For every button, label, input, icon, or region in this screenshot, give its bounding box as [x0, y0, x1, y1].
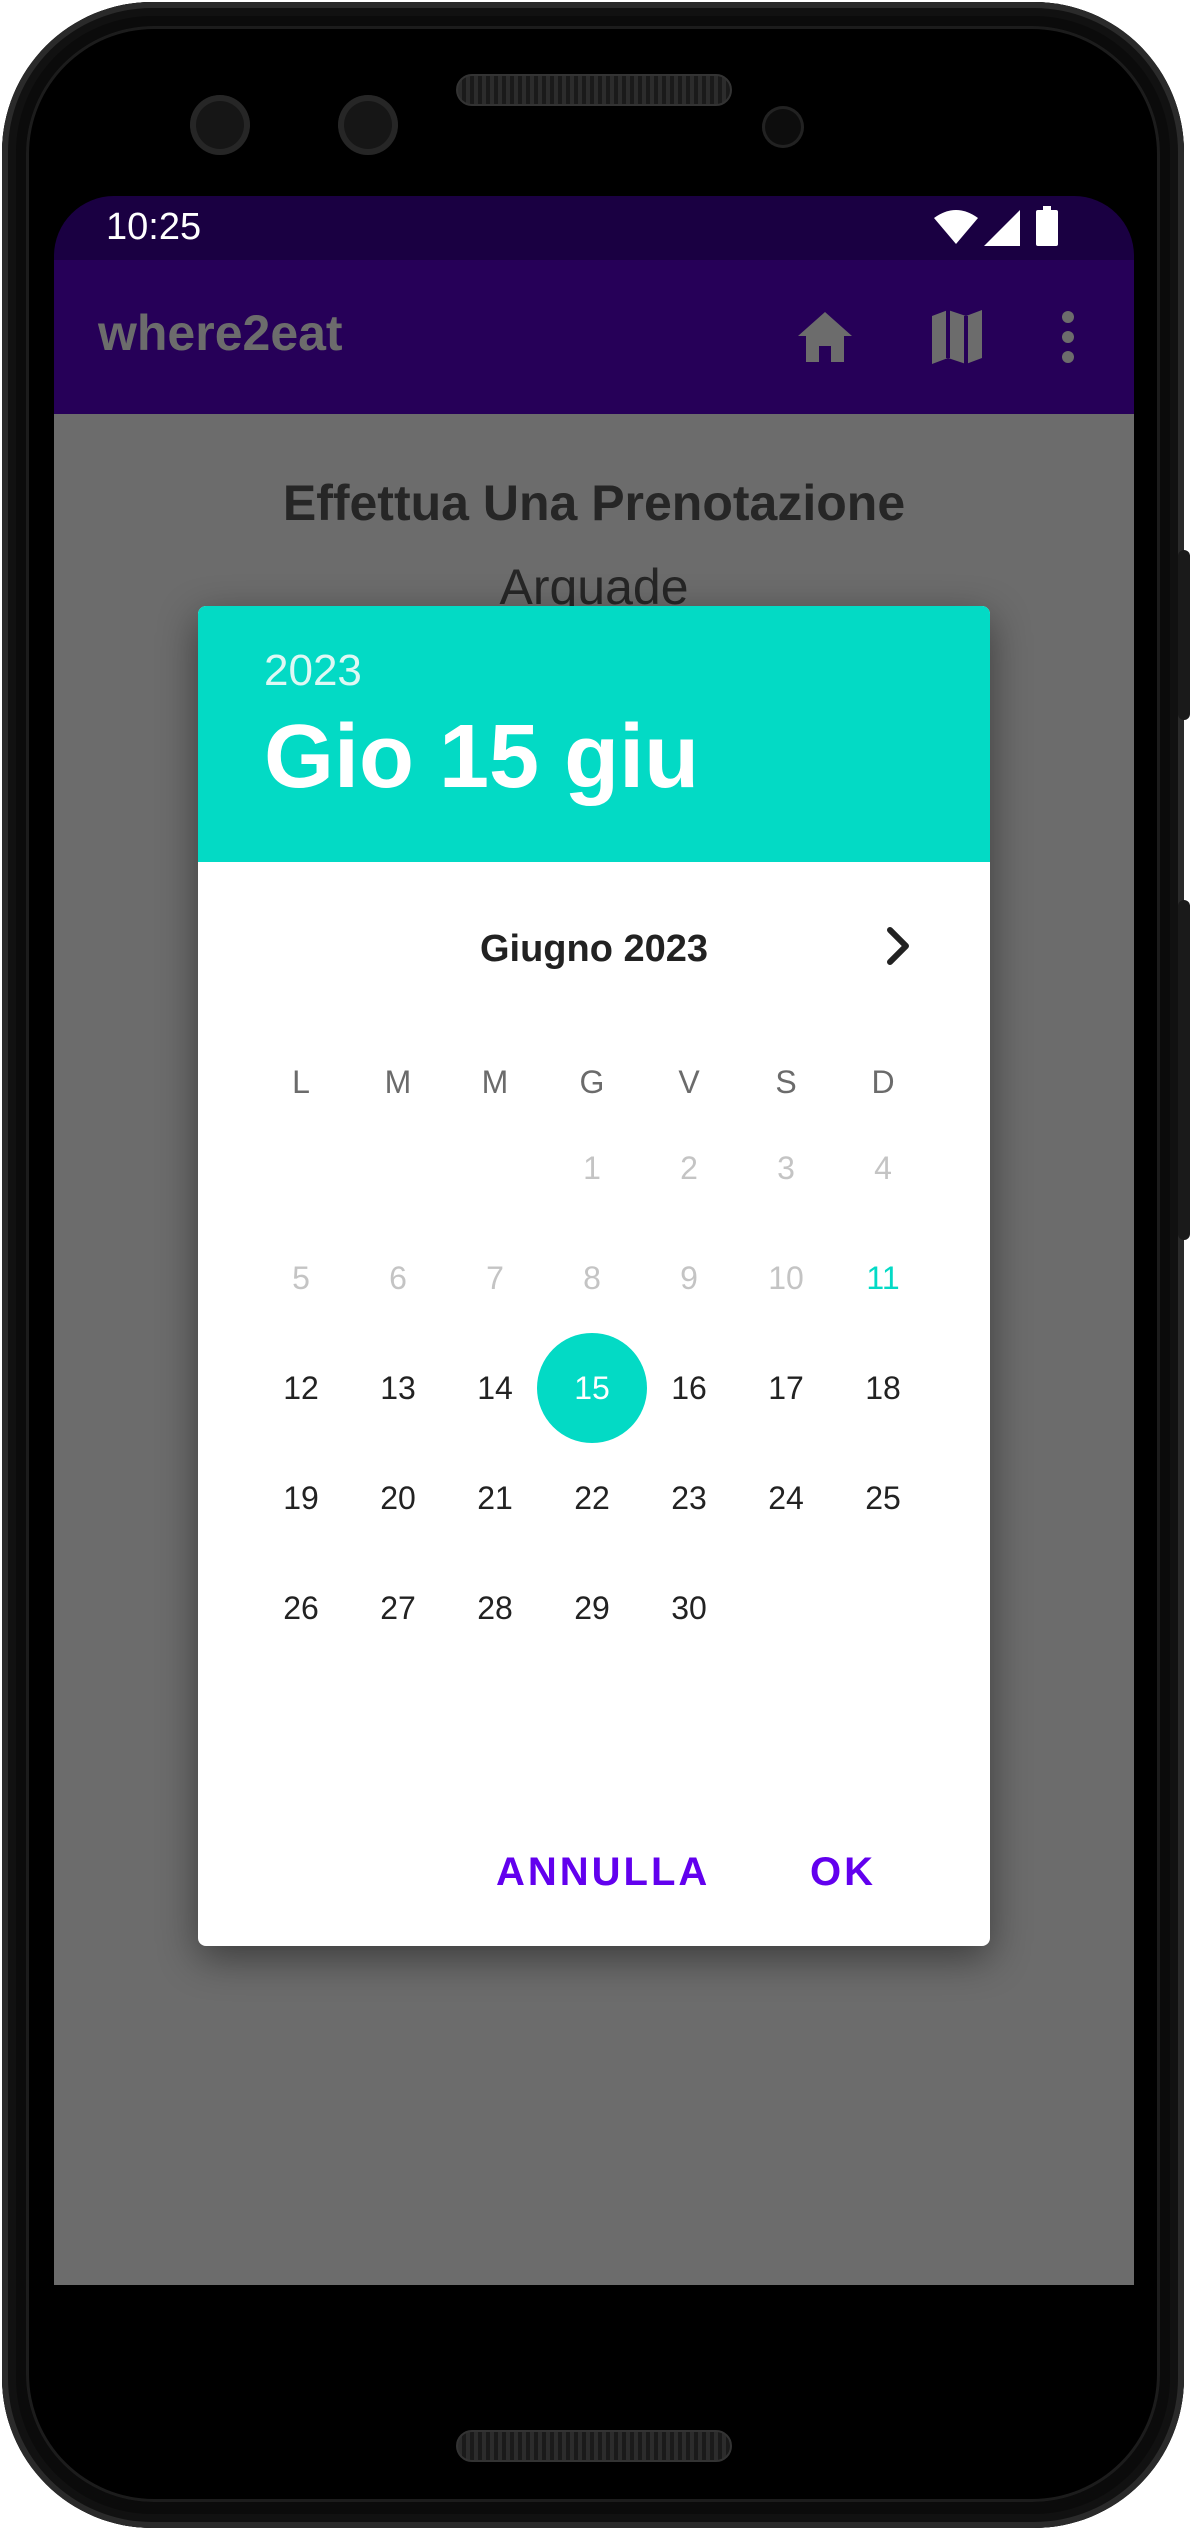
calendar-day[interactable]: 19 [253, 1450, 349, 1546]
bottom-speaker [456, 2430, 732, 2462]
front-camera-icon [190, 95, 250, 155]
calendar-day: 6 [389, 1260, 407, 1296]
status-bar: 10:25 [54, 196, 1134, 260]
calendar-day[interactable]: 11 [835, 1230, 931, 1326]
calendar-day[interactable]: 30 [641, 1560, 737, 1656]
calendar-day[interactable]: 28 [447, 1560, 543, 1656]
weekday-label: G [579, 1064, 605, 1100]
cancel-button[interactable]: ANNULLA [496, 1850, 710, 1895]
calendar-day[interactable]: 23 [641, 1450, 737, 1546]
chevron-right-icon[interactable] [868, 916, 928, 976]
home-icon[interactable] [796, 310, 854, 364]
calendar-day: 3 [777, 1150, 795, 1186]
calendar-day[interactable]: 26 [253, 1560, 349, 1656]
weekday-label: S [775, 1064, 797, 1100]
calendar-day[interactable]: 18 [835, 1340, 931, 1436]
top-speaker [456, 74, 732, 106]
weekday-label: V [678, 1064, 700, 1100]
map-icon[interactable] [930, 308, 984, 366]
calendar-day[interactable]: 29 [544, 1560, 640, 1656]
calendar-day[interactable]: 20 [350, 1450, 446, 1546]
volume-button [1178, 900, 1190, 1240]
battery-icon [1036, 206, 1058, 246]
calendar-day[interactable]: 13 [350, 1340, 446, 1436]
wifi-icon [934, 210, 978, 244]
calendar-day[interactable]: 25 [835, 1450, 931, 1546]
status-time: 10:25 [106, 206, 202, 248]
calendar-day: 7 [486, 1260, 504, 1296]
calendar-day[interactable]: 15 [544, 1340, 640, 1436]
calendar-day: 2 [680, 1150, 698, 1186]
date-picker-header: 2023 Gio 15 giu [198, 606, 990, 862]
navigation-bar [54, 2285, 1134, 2356]
power-button [1178, 550, 1190, 720]
calendar-day: 5 [292, 1260, 310, 1296]
app-title: where2eat [98, 305, 343, 361]
calendar-day[interactable]: 17 [738, 1340, 834, 1436]
calendar-day[interactable]: 12 [253, 1340, 349, 1436]
date-picker-dialog: 2023 Gio 15 giu Giugno 2023 LMMGVSD12345… [198, 606, 990, 1946]
page-title: Effettua Una Prenotazione [282, 475, 906, 531]
calendar-day: 10 [768, 1260, 804, 1296]
weekday-label: M [481, 1064, 509, 1100]
calendar-day: 1 [583, 1150, 601, 1186]
calendar-day[interactable]: 14 [447, 1340, 543, 1436]
calendar-day: 9 [680, 1260, 698, 1296]
signal-icon [984, 210, 1020, 246]
calendar-day[interactable]: 27 [350, 1560, 446, 1656]
year-label[interactable]: 2023 [264, 646, 362, 696]
calendar-day[interactable]: 22 [544, 1450, 640, 1546]
calendar-day[interactable]: 21 [447, 1450, 543, 1546]
calendar-day[interactable]: 16 [641, 1340, 737, 1436]
calendar-day: 8 [583, 1260, 601, 1296]
app-bar: where2eat [54, 260, 1134, 414]
calendar-day[interactable]: 24 [738, 1450, 834, 1546]
front-camera-icon [338, 95, 398, 155]
weekday-label: D [871, 1064, 895, 1100]
more-vert-icon[interactable] [1060, 310, 1076, 364]
calendar-day: 4 [874, 1150, 892, 1186]
weekday-label: M [384, 1064, 412, 1100]
sensor-icon [762, 106, 804, 148]
selected-date-label: Gio 15 giu [264, 707, 700, 807]
weekday-label: L [292, 1064, 310, 1100]
ok-button[interactable]: OK [810, 1850, 876, 1895]
